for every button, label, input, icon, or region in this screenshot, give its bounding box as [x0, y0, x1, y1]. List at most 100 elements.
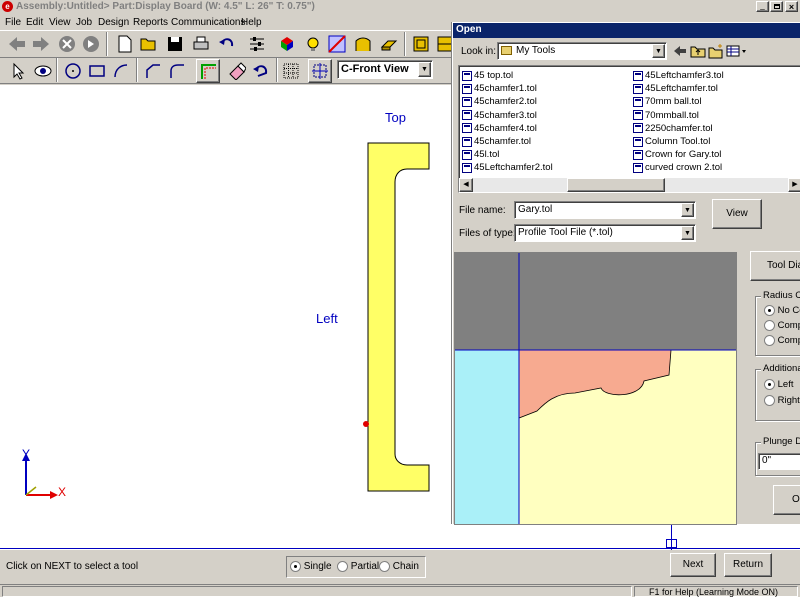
molding-button[interactable] — [352, 33, 374, 55]
circle-tool-button[interactable] — [62, 60, 84, 82]
menu-view[interactable]: View — [49, 17, 71, 28]
file-list-item[interactable]: 70mmball.tol — [633, 110, 699, 121]
chamfer-tool-button[interactable] — [142, 60, 164, 82]
menu-design[interactable]: Design — [98, 17, 129, 28]
tool-file-icon — [462, 136, 472, 147]
view-tool-button[interactable] — [32, 60, 54, 82]
menu-reports[interactable]: Reports — [133, 17, 168, 28]
plunge-depth-input[interactable]: 0" — [758, 453, 800, 470]
file-list-item[interactable]: 45l.tol — [462, 149, 499, 160]
chevron-down-icon[interactable]: ▼ — [418, 62, 431, 77]
arc-tool-button[interactable] — [110, 60, 132, 82]
file-list-item[interactable]: 45chamfer3.tol — [462, 110, 537, 121]
radio-partial[interactable] — [337, 561, 348, 572]
tool-diameter-button[interactable]: Tool Diar — [750, 251, 800, 281]
radius-option-comp-1[interactable]: Comp — [764, 320, 800, 331]
drawing-canvas[interactable]: Top Left Y X — [0, 85, 452, 550]
radius-option-comp-2[interactable]: Comp — [764, 335, 800, 346]
open-button[interactable] — [138, 33, 160, 55]
print-button[interactable] — [190, 33, 212, 55]
file-list-item[interactable]: 45chamfer2.tol — [462, 96, 537, 107]
file-list-item[interactable]: 45chamfer4.tol — [462, 123, 537, 134]
view-menu-button[interactable] — [726, 43, 748, 59]
board-button[interactable] — [378, 33, 400, 55]
mode-chain[interactable]: Chain — [379, 561, 419, 572]
tool-button[interactable] — [302, 33, 324, 55]
next-button[interactable]: Next — [670, 553, 716, 577]
profile-button[interactable] — [326, 33, 348, 55]
menu-help[interactable]: Help — [241, 17, 262, 28]
tool-preview-drawing — [455, 253, 736, 524]
scroll-left-button[interactable]: ◀ — [459, 178, 473, 192]
grid-button[interactable] — [280, 60, 302, 82]
tool-file-icon — [462, 110, 472, 121]
view-select[interactable]: C-Front View ▼ — [337, 60, 433, 79]
files-of-type-select[interactable]: Profile Tool File (*.tol) ▼ — [514, 224, 696, 242]
radius-option-none[interactable]: No Co — [764, 305, 800, 316]
corner-tool-button[interactable] — [196, 59, 220, 83]
file-name-input[interactable]: Gary.tol ▼ — [514, 201, 696, 219]
view-button[interactable]: View — [712, 199, 762, 229]
cabinet-icon — [413, 36, 429, 52]
settings-button[interactable] — [246, 33, 268, 55]
minimize-button[interactable]: _ — [756, 1, 769, 12]
rectangle-tool-button[interactable] — [86, 60, 108, 82]
up-folder-button[interactable] — [690, 43, 706, 59]
file-list-item[interactable]: 45Leftchamfer2.tol — [462, 162, 553, 173]
undo-button[interactable] — [216, 33, 238, 55]
file-list-item[interactable]: Crown for Gary.tol — [633, 149, 721, 160]
file-list-item[interactable]: 45 top.tol — [462, 70, 513, 81]
radio-chain[interactable] — [379, 561, 390, 572]
close-button[interactable]: × — [785, 1, 798, 12]
return-button[interactable]: Return — [724, 553, 772, 577]
materials-button[interactable] — [276, 33, 298, 55]
file-list-item[interactable]: 45chamfer1.tol — [462, 83, 537, 94]
file-list-item[interactable]: Column Tool.tol — [633, 136, 710, 147]
additional-option-left[interactable]: Left — [764, 379, 794, 390]
file-list-item[interactable]: curved crown 2.tol — [633, 162, 722, 173]
cancel-tool-button[interactable] — [56, 33, 78, 55]
chevron-down-icon[interactable]: ▼ — [681, 226, 694, 240]
scroll-thumb[interactable] — [567, 178, 665, 192]
eraser-button[interactable] — [226, 60, 248, 82]
scroll-right-button[interactable]: ▶ — [788, 178, 800, 192]
ok-button[interactable]: Ok — [773, 485, 800, 515]
menu-communications[interactable]: Communications — [171, 17, 245, 28]
fillet-tool-button[interactable] — [166, 60, 188, 82]
file-list-item[interactable]: 45Leftchamfer3.tol — [633, 70, 724, 81]
chevron-down-icon[interactable]: ▼ — [681, 203, 694, 217]
file-list[interactable]: 45 top.tol 45chamfer1.tol 45chamfer2.tol 45… — [458, 65, 800, 193]
back-button[interactable] — [6, 33, 28, 55]
menu-job[interactable]: Job — [76, 17, 92, 28]
grid-icon — [283, 63, 299, 79]
radio-single[interactable] — [290, 561, 301, 572]
file-list-item[interactable]: 70mm ball.tol — [633, 96, 702, 107]
mode-partial[interactable]: Partial — [337, 561, 379, 572]
chevron-down-icon[interactable]: ▼ — [652, 44, 665, 58]
mode-single[interactable]: Single — [290, 561, 332, 572]
help-status-text: F1 for Help (Learning Mode ON) — [649, 587, 779, 597]
file-list-item[interactable]: 2250chamfer.tol — [633, 123, 713, 134]
new-folder-button[interactable] — [708, 43, 724, 59]
file-list-item[interactable]: 45Leftchamfer.tol — [633, 83, 718, 94]
rotate-button[interactable] — [250, 60, 272, 82]
maximize-button[interactable] — [770, 1, 783, 12]
color-blocks-icon — [281, 37, 293, 51]
skip-button[interactable] — [80, 33, 102, 55]
file-list-item[interactable]: 45chamfer.tol — [462, 136, 531, 147]
menu-file[interactable]: File — [5, 17, 21, 28]
menu-edit[interactable]: Edit — [26, 17, 43, 28]
new-button[interactable] — [114, 33, 136, 55]
back-folder-button[interactable] — [673, 43, 687, 59]
select-tool-button[interactable] — [8, 60, 30, 82]
toolbar-separator — [276, 58, 278, 82]
look-in-select[interactable]: My Tools ▼ — [497, 42, 667, 60]
minimize-icon: _ — [760, 1, 765, 10]
additional-option-right[interactable]: Right — [764, 395, 800, 406]
forward-button[interactable] — [30, 33, 52, 55]
save-button[interactable] — [164, 33, 186, 55]
snap-button[interactable] — [308, 59, 332, 83]
file-list-hscrollbar[interactable]: ◀ ▶ — [459, 178, 800, 192]
tool-file-icon — [633, 162, 643, 173]
cabinet-button[interactable] — [410, 33, 432, 55]
